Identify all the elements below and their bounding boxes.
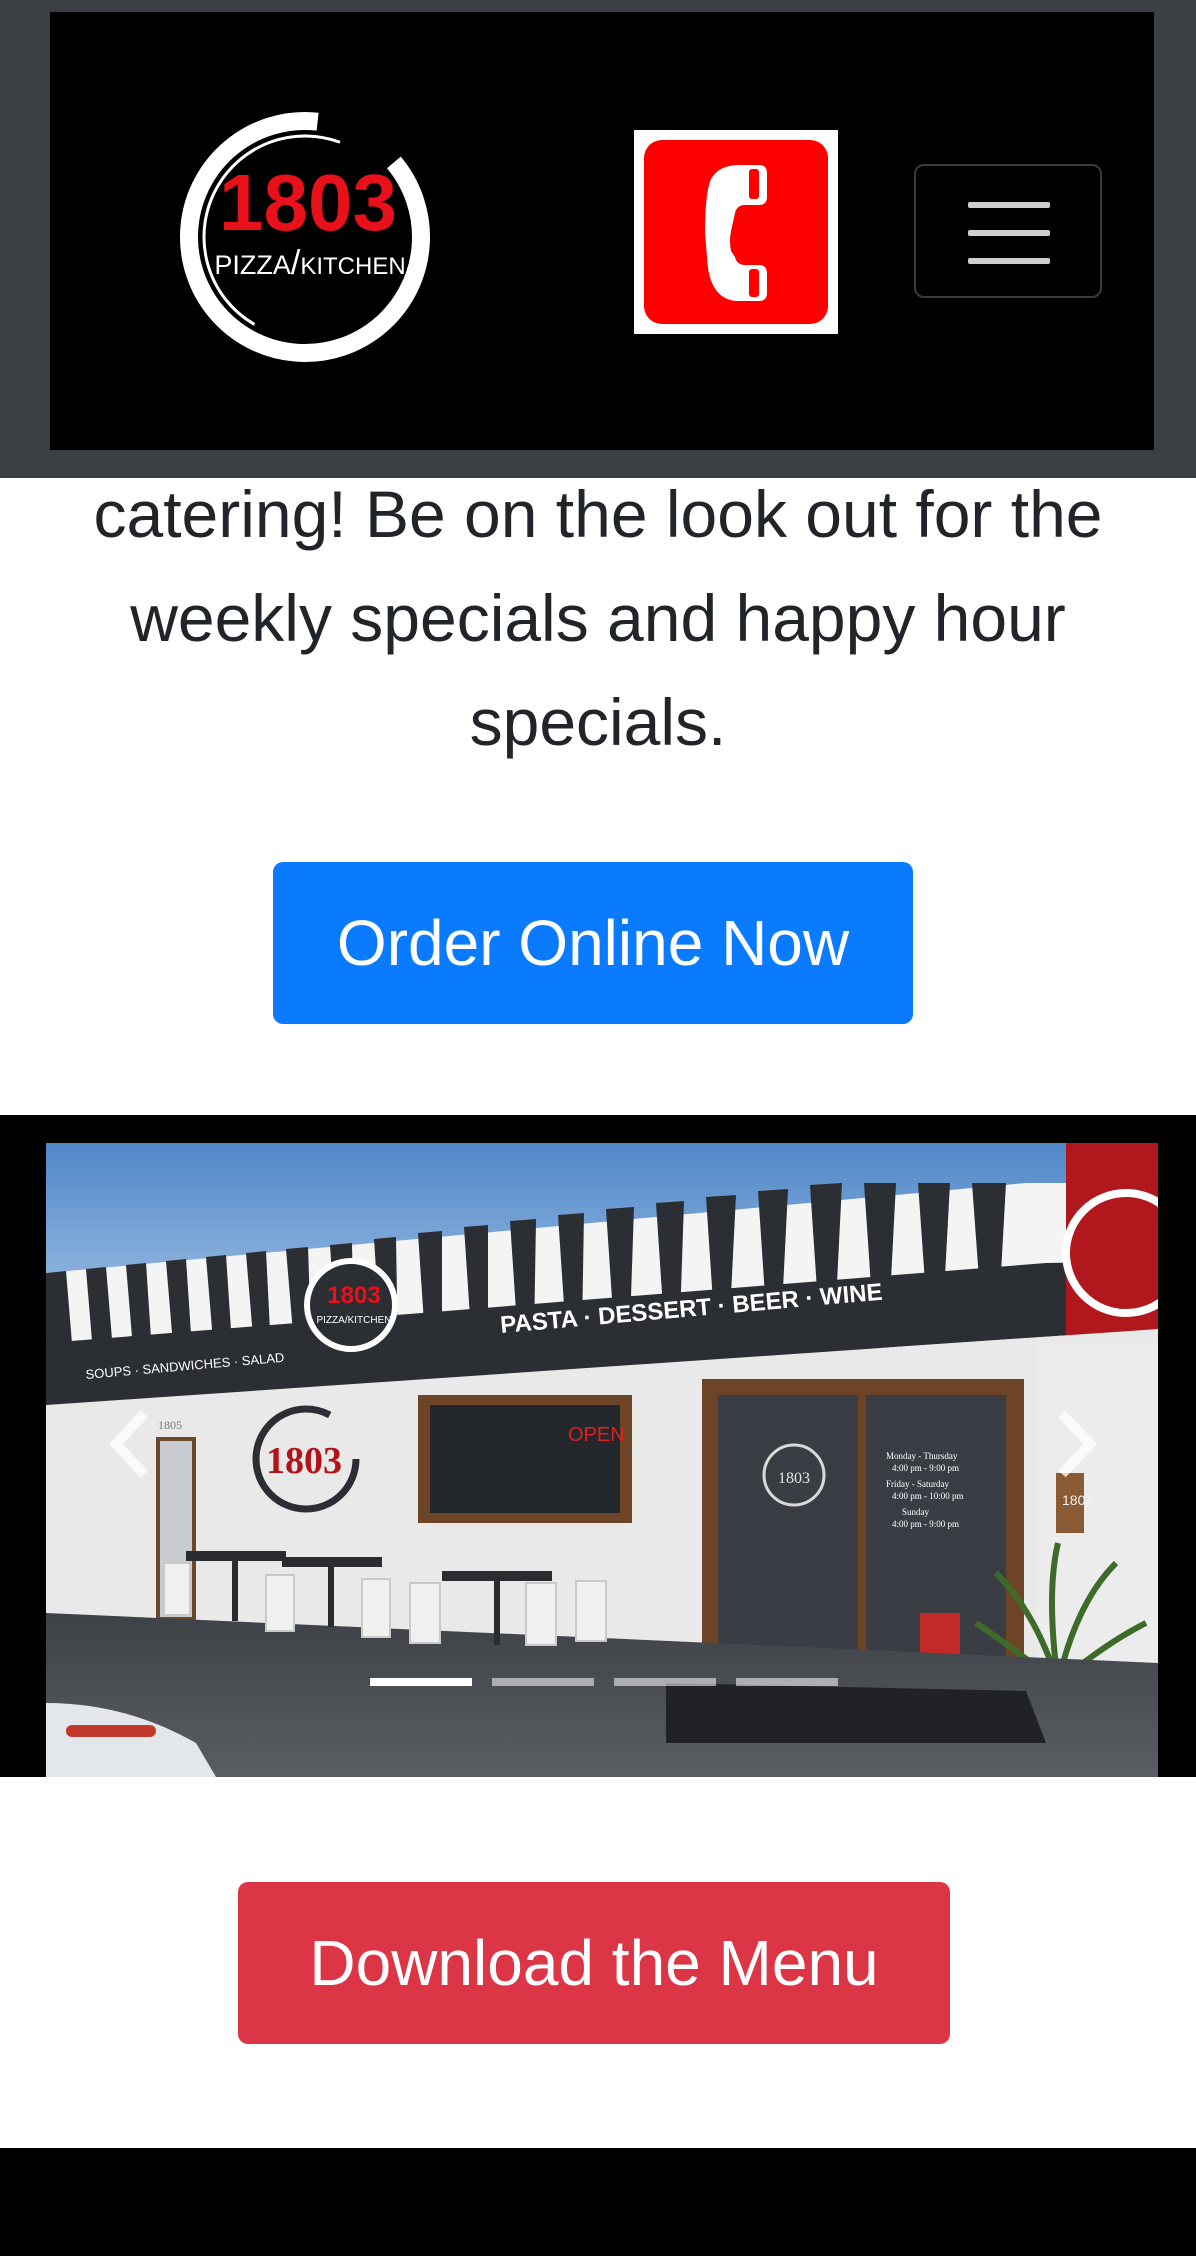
photo-carousel: SOUPS · SANDWICHES · SALAD PASTA · DESSE… — [0, 1115, 1196, 1777]
carousel-indicator-4[interactable] — [736, 1678, 838, 1686]
svg-text:4:00 pm - 10:00 pm: 4:00 pm - 10:00 pm — [892, 1491, 964, 1501]
footer — [0, 2148, 1196, 2256]
wall-logo-number: 1803 — [266, 1440, 342, 1482]
door-logo-number: 1803 — [778, 1470, 810, 1487]
header-frame: 1803 PIZZA/KITCHEN — [0, 0, 1196, 478]
svg-text:4:00 pm - 9:00 pm: 4:00 pm - 9:00 pm — [892, 1463, 959, 1473]
awning-logo-number: 1803 — [327, 1282, 380, 1309]
carousel-indicators — [370, 1678, 838, 1686]
site-logo[interactable]: 1803 PIZZA/KITCHEN — [170, 102, 440, 372]
carousel-indicator-3[interactable] — [614, 1678, 716, 1686]
svg-text:PIZZA/KITCHEN: PIZZA/KITCHEN — [214, 244, 405, 282]
logo-number: 1803 — [219, 158, 397, 247]
intro-line-1: catering! Be on the look out for the — [93, 477, 1103, 551]
carousel-next-button[interactable] — [1016, 1115, 1136, 1777]
svg-text:Sunday: Sunday — [902, 1507, 930, 1517]
svg-text:Monday - Thursday: Monday - Thursday — [886, 1451, 958, 1461]
carousel-indicator-1[interactable] — [370, 1678, 472, 1686]
phone-icon — [644, 140, 828, 324]
intro-line-3: specials. — [469, 685, 727, 759]
open-sign: OPEN — [568, 1424, 625, 1446]
call-button[interactable] — [634, 130, 838, 334]
chevron-right-icon — [1046, 1404, 1106, 1489]
navbar: 1803 PIZZA/KITCHEN — [50, 12, 1154, 450]
chevron-left-icon — [100, 1404, 160, 1489]
logo-text-kitchen: KITCHEN — [300, 253, 405, 280]
download-menu-button[interactable]: Download the Menu — [238, 1882, 950, 2044]
menu-toggle-button[interactable] — [914, 164, 1102, 298]
order-online-button[interactable]: Order Online Now — [273, 862, 913, 1024]
intro-line-2: weekly specials and happy hour — [130, 581, 1066, 655]
intro-paragraph: catering! Be on the look out for the wee… — [40, 462, 1156, 774]
awning-logo-text: PIZZA/KITCHEN — [316, 1315, 391, 1326]
logo-text-pizza: PIZZA — [214, 250, 291, 280]
svg-text:Friday - Saturday: Friday - Saturday — [886, 1479, 949, 1489]
carousel-indicator-2[interactable] — [492, 1678, 594, 1686]
carousel-prev-button[interactable] — [70, 1115, 190, 1777]
svg-text:4:00 pm - 9:00 pm: 4:00 pm - 9:00 pm — [892, 1519, 959, 1529]
